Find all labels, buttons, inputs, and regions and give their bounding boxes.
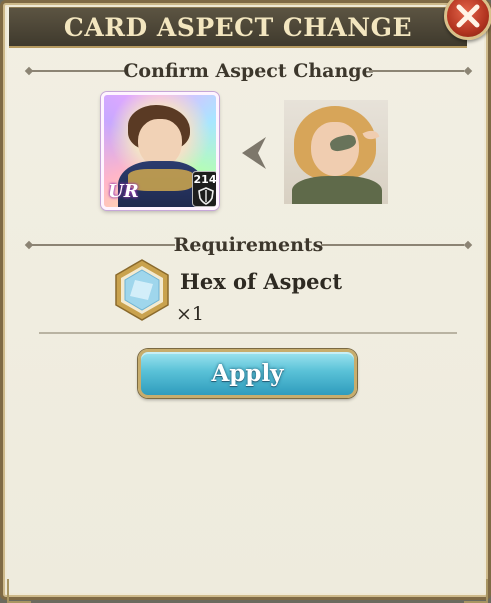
chevron-left-icon: [242, 137, 266, 169]
requirement-quantity: ×1: [176, 303, 205, 325]
section-divider-right: [369, 70, 464, 72]
apply-button[interactable]: Apply: [138, 349, 357, 398]
divider: [39, 332, 457, 334]
dialog-title: CARD ASPECT CHANGE: [63, 13, 413, 42]
section-divider-right: [321, 244, 464, 246]
card-art-body: [292, 176, 382, 204]
dialog-header: CARD ASPECT CHANGE: [9, 7, 467, 48]
card-art-face: [138, 119, 182, 167]
card-level: 214: [193, 173, 217, 186]
hex-crystal-icon[interactable]: [113, 258, 171, 322]
new-aspect-card[interactable]: [284, 100, 388, 204]
apply-button-label: Apply: [211, 360, 284, 387]
shield-icon: [198, 187, 214, 205]
level-badge: 214: [192, 171, 217, 207]
rarity-badge: UR: [108, 181, 139, 202]
corner-ornament: [7, 579, 31, 603]
requirement-item-name: Hex of Aspect: [180, 269, 343, 294]
corner-ornament: [464, 579, 488, 603]
close-icon: [456, 4, 480, 28]
aspect-change-dialog: CARD ASPECT CHANGE Confirm Aspect Change…: [0, 0, 491, 603]
current-card[interactable]: UR 214: [101, 92, 219, 210]
